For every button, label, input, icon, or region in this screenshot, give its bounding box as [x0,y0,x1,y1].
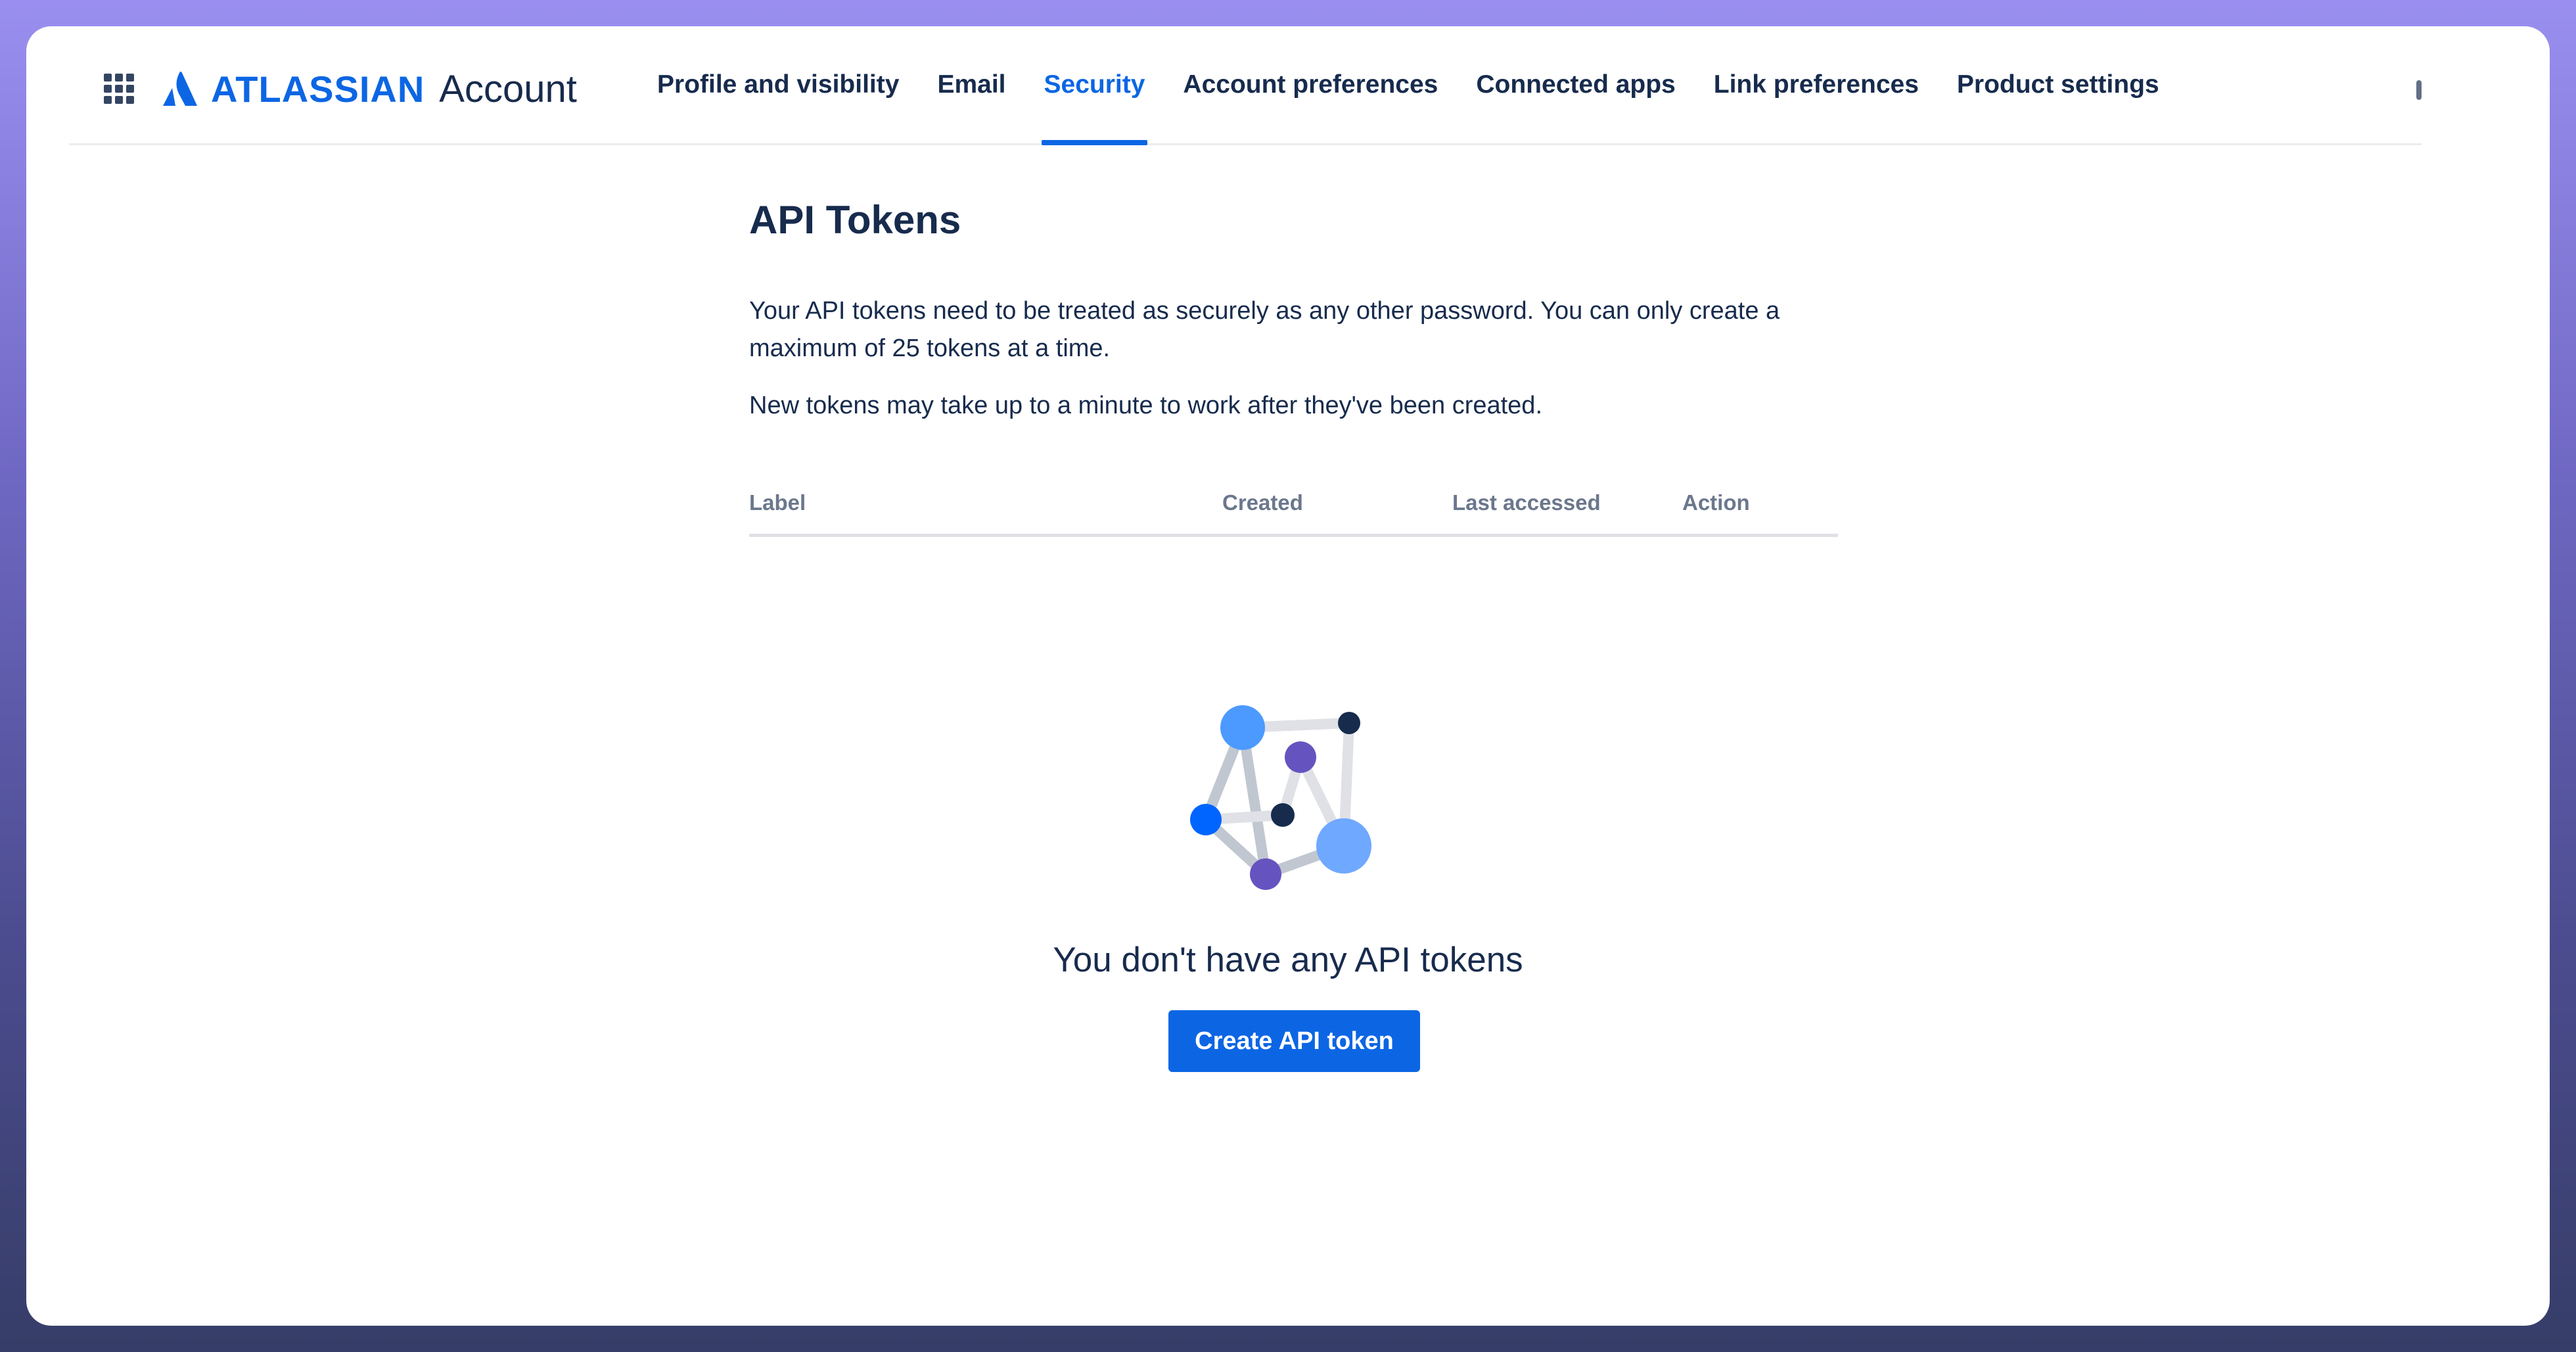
app-window: ATLASSIAN Account Profile and visibility… [26,26,2550,1326]
page-title: API Tokens [749,198,961,242]
grid-icon[interactable] [104,74,134,104]
product-name: Account [439,67,577,110]
column-header-last-accessed[interactable]: Last accessed [1452,490,1601,515]
column-header-label[interactable]: Label [749,490,806,515]
description-note: New tokens may take up to a minute to wo… [749,392,1543,419]
column-header-created[interactable]: Created [1222,490,1303,515]
avatar[interactable] [2416,80,2422,100]
description-text: Your API tokens need to be treated as se… [749,297,1780,362]
atlassian-account-logo[interactable]: ATLASSIAN Account [161,66,577,112]
nav-product-settings[interactable]: Product settings [1957,26,2159,143]
main-nav: Profile and visibility Email Security Ac… [657,26,2159,145]
nav-account-preferences[interactable]: Account preferences [1183,26,1438,143]
brand-name: ATLASSIAN [211,68,425,110]
empty-state-title: You don't have any API tokens [1053,941,1523,979]
column-header-action: Action [1682,490,1750,515]
main-content: API Tokens Your API tokens need to be tr… [749,197,1866,537]
nav-email[interactable]: Email [937,26,1005,143]
tokens-table-header: Label Created Last accessed Action [749,490,1838,537]
nav-connected-apps[interactable]: Connected apps [1476,26,1675,143]
create-api-token-button[interactable]: Create API token [1168,1010,1420,1072]
network-nodes-icon [1190,705,1371,890]
nav-security[interactable]: Security [1041,26,1148,145]
nav-profile-and-visibility[interactable]: Profile and visibility [657,26,899,143]
atlassian-logo-icon [163,71,197,106]
nav-link-preferences[interactable]: Link preferences [1714,26,1919,143]
top-navigation: ATLASSIAN Account Profile and visibility… [69,26,2422,145]
